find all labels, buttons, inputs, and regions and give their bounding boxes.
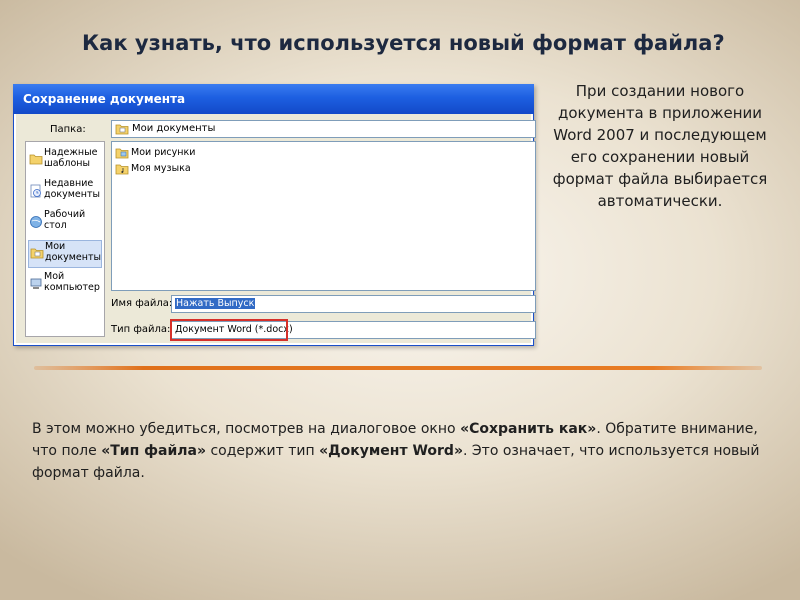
folder-icon bbox=[29, 153, 43, 168]
dialog-body: Папка: Мои документы Надежные шаблоны Не… bbox=[16, 114, 536, 343]
side-text: При создании нового документа в приложен… bbox=[552, 82, 768, 210]
file-item-label: Моя музыка bbox=[131, 163, 191, 174]
file-item-pictures[interactable]: Мои рисунки bbox=[115, 146, 195, 160]
bottom-text-bold: «Сохранить как» bbox=[460, 421, 597, 437]
desktop-icon bbox=[29, 215, 43, 232]
bottom-text-part: содержит тип bbox=[206, 443, 320, 459]
place-label: Мои документы bbox=[45, 241, 101, 263]
places-bar: Надежные шаблоны Недавние документы Рабо… bbox=[25, 141, 105, 337]
music-folder-icon bbox=[115, 163, 129, 180]
folder-label: Папка: bbox=[50, 124, 86, 135]
place-recent-documents[interactable]: Недавние документы bbox=[28, 178, 102, 206]
file-item-label: Мои рисунки bbox=[131, 147, 196, 158]
dialog-title: Сохранение документа bbox=[23, 92, 186, 106]
place-label: Рабочий стол bbox=[44, 209, 86, 231]
filename-input[interactable]: Нажать Выпуск bbox=[171, 295, 536, 313]
computer-icon bbox=[29, 277, 43, 294]
filetype-label: Тип файла: bbox=[111, 324, 171, 335]
bottom-text-bold: «Документ Word» bbox=[319, 443, 463, 459]
place-label: Надежные шаблоны bbox=[44, 147, 98, 169]
place-my-documents[interactable]: Мои документы bbox=[28, 240, 102, 268]
dialog-titlebar[interactable]: Сохранение документа bbox=[13, 84, 534, 114]
my-documents-icon bbox=[115, 123, 129, 141]
folder-select[interactable]: Мои документы bbox=[111, 120, 536, 138]
filename-label: Имя файла: bbox=[111, 298, 173, 309]
place-my-computer[interactable]: Мой компьютер bbox=[28, 271, 102, 299]
recent-documents-icon bbox=[29, 184, 43, 201]
divider-line bbox=[34, 366, 762, 370]
place-desktop[interactable]: Рабочий стол bbox=[28, 209, 102, 237]
folder-select-value: Мои документы bbox=[132, 123, 216, 134]
my-documents-icon bbox=[30, 247, 44, 262]
bottom-text: В этом можно убедиться, посмотрев на диа… bbox=[32, 418, 767, 484]
bottom-text-part: В этом можно убедиться, посмотрев на диа… bbox=[32, 421, 461, 437]
place-label: Мой компьютер bbox=[44, 271, 100, 293]
place-label: Недавние документы bbox=[44, 178, 100, 200]
filename-value: Нажать Выпуск bbox=[175, 298, 256, 309]
file-list: Мои рисунки Моя музыка bbox=[111, 141, 536, 291]
filetype-highlight-box bbox=[170, 319, 288, 341]
bottom-text-bold: «Тип файла» bbox=[101, 443, 207, 459]
slide-title: Как узнать, что используется новый форма… bbox=[82, 31, 725, 55]
save-dialog: Сохранение документа Папка: Мои документ… bbox=[13, 84, 536, 346]
file-item-music[interactable]: Моя музыка bbox=[115, 162, 191, 176]
place-trusted-templates[interactable]: Надежные шаблоны bbox=[28, 147, 102, 175]
